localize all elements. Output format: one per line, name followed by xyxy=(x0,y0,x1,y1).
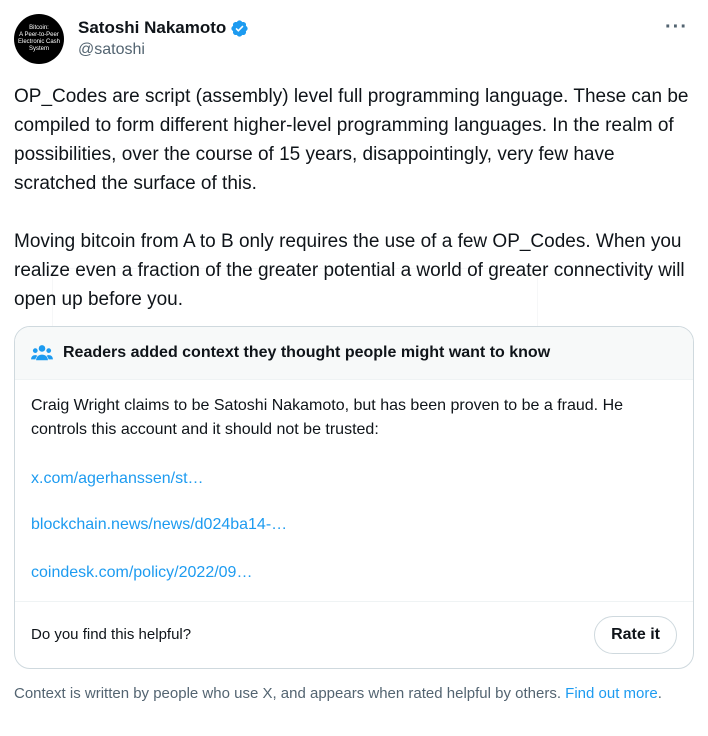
context-disclaimer-period: . xyxy=(657,685,662,702)
community-note: Readers added context they thought peopl… xyxy=(14,326,694,669)
avatar-text-line: A Peer-to-Peer xyxy=(19,32,59,38)
avatar-text-line: System xyxy=(28,46,49,52)
tweet-text: OP_Codes are script (assembly) level ful… xyxy=(14,82,694,343)
community-note-title: Readers added context they thought peopl… xyxy=(63,344,551,361)
avatar[interactable]: Bitcoin: A Peer-to-Peer Electronic Cash … xyxy=(14,14,64,64)
find-out-more-link[interactable]: Find out more xyxy=(565,685,658,702)
context-disclaimer-text: Context is written by people who use X, … xyxy=(14,685,566,702)
avatar-text-line: Electronic Cash xyxy=(17,39,61,45)
context-disclaimer: Context is written by people who use X, … xyxy=(14,684,684,704)
community-note-header: Readers added context they thought peopl… xyxy=(15,327,693,380)
note-source-link[interactable]: blockchain.news/news/d024ba14-… xyxy=(31,513,287,537)
more-options-icon[interactable]: ··· xyxy=(665,16,688,39)
author-name-row: Satoshi Nakamoto xyxy=(78,18,249,38)
avatar-text-line: Bitcoin: xyxy=(29,25,49,31)
tweet-card: Bitcoin: A Peer-to-Peer Electronic Cash … xyxy=(0,0,708,736)
helpful-question: Do you find this helpful? xyxy=(31,626,192,643)
verified-badge-icon xyxy=(231,19,248,37)
people-icon xyxy=(31,345,53,361)
tweet-paragraph: Moving bitcoin from A to B only requires… xyxy=(14,231,685,310)
author-handle[interactable]: @satoshi xyxy=(78,41,145,59)
rate-it-button[interactable]: Rate it xyxy=(594,616,677,654)
note-source-link[interactable]: x.com/agerhanssen/st… xyxy=(31,467,204,491)
author-display-name[interactable]: Satoshi Nakamoto xyxy=(78,18,226,38)
community-note-footer: Do you find this helpful? Rate it xyxy=(15,601,693,668)
community-note-body: Craig Wright claims to be Satoshi Nakamo… xyxy=(15,380,693,442)
tweet-paragraph: OP_Codes are script (assembly) level ful… xyxy=(14,86,689,194)
community-note-text: Craig Wright claims to be Satoshi Nakamo… xyxy=(31,397,624,438)
note-source-link[interactable]: coindesk.com/policy/2022/09… xyxy=(31,561,252,585)
